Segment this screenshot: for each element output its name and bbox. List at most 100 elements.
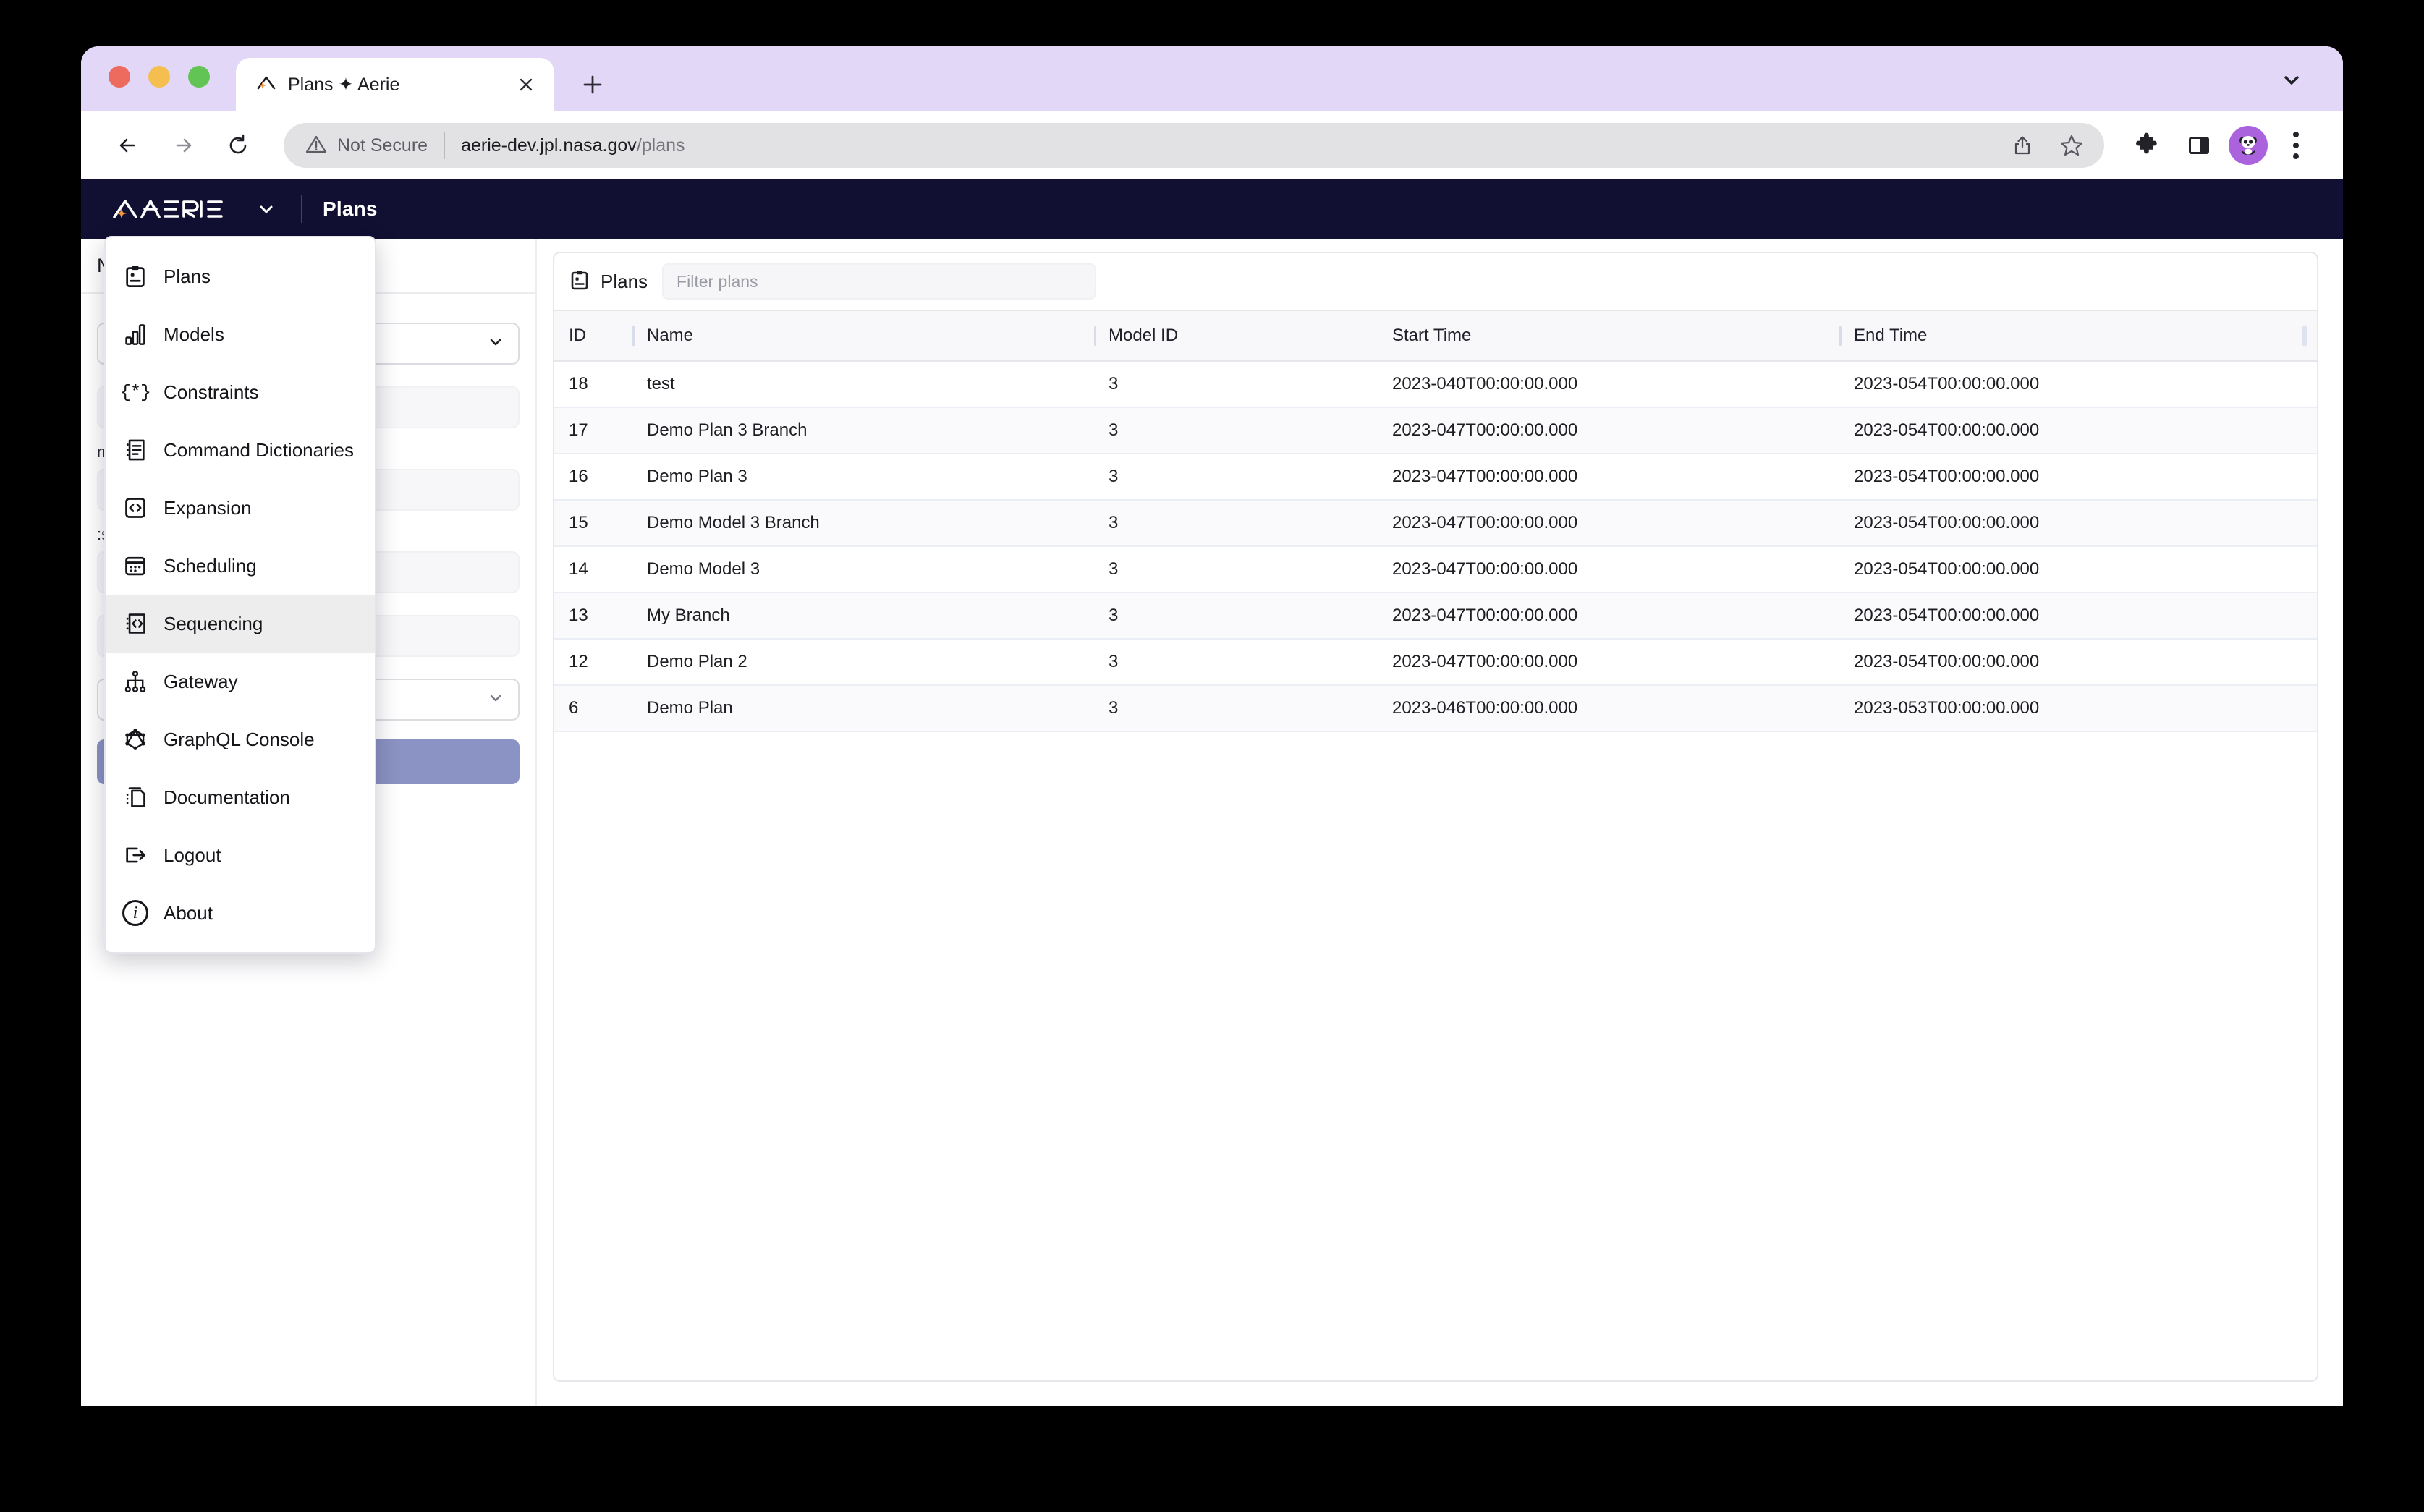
cell-model-id: 3 (1109, 606, 1119, 625)
cell-name: My Branch (647, 606, 730, 625)
menu-item-label: Plans (164, 265, 211, 287)
cell-model-id: 3 (1109, 698, 1119, 718)
cell-id: 18 (569, 374, 588, 394)
address-bar[interactable]: Not Secure aerie-dev.jpl.nasa.gov/plans (284, 123, 2104, 168)
menu-item-about[interactable]: i About (106, 884, 375, 942)
page-title: Plans (323, 198, 378, 220)
cell-model-id: 3 (1109, 559, 1119, 579)
cell-id: 17 (569, 420, 588, 440)
site-security-indicator[interactable]: Not Secure (305, 133, 428, 158)
new-tab-button[interactable] (573, 65, 612, 104)
menu-item-label: Gateway (164, 670, 238, 692)
cell-start-time: 2023-047T00:00:00.000 (1392, 652, 1578, 671)
aerie-nav-menu: Plans Models {*} Constraints Command Diction… (104, 236, 376, 954)
menu-item-label: GraphQL Console (164, 728, 315, 750)
menu-item-documentation[interactable]: Documentation (106, 768, 375, 826)
browser-toolbar-actions (2124, 123, 2317, 168)
menu-item-plans[interactable]: Plans (106, 247, 375, 305)
side-panel-icon[interactable] (2177, 123, 2221, 168)
sequence-code-icon (122, 610, 149, 637)
arrow-right-icon[interactable] (161, 123, 205, 168)
cell-end-time: 2023-054T00:00:00.000 (1854, 420, 2040, 440)
cell-end-time: 2023-054T00:00:00.000 (1854, 606, 2040, 625)
menu-item-label: Documentation (164, 786, 290, 808)
puzzle-piece-icon[interactable] (2124, 123, 2169, 168)
table-header-row: ID Name Model ID Start Time End Time (554, 310, 2317, 362)
window-maximize-button[interactable] (188, 66, 210, 88)
plans-panel-title: Plans (601, 270, 648, 292)
cell-model-id: 3 (1109, 374, 1119, 394)
cell-name: Demo Model 3 Branch (647, 513, 820, 532)
table-row[interactable]: 6 Demo Plan 3 2023-046T00:00:00.000 2023-053… (554, 686, 2317, 732)
panda-avatar-icon[interactable] (2229, 126, 2268, 165)
cell-name: test (647, 374, 675, 394)
chevron-down-icon[interactable] (256, 199, 276, 219)
column-header-start-time[interactable]: Start Time (1378, 326, 1839, 346)
browser-tab[interactable]: Plans ✦ Aerie (236, 58, 554, 111)
column-header-name[interactable]: Name (632, 326, 1094, 346)
cell-model-id: 3 (1109, 513, 1119, 532)
menu-item-constraints[interactable]: {*} Constraints (106, 363, 375, 421)
plans-panel-header: Plans Filter plans (554, 253, 2317, 310)
omnibox-divider (444, 132, 446, 159)
cell-model-id: 3 (1109, 467, 1119, 486)
filter-plans-input[interactable]: Filter plans (662, 263, 1097, 300)
cell-id: 6 (569, 698, 579, 718)
cell-end-time: 2023-054T00:00:00.000 (1854, 652, 2040, 671)
address-bar-url: aerie-dev.jpl.nasa.gov/plans (461, 135, 2000, 156)
window-minimize-button[interactable] (148, 66, 170, 88)
table-row[interactable]: 16 Demo Plan 3 3 2023-047T00:00:00.000 2023-… (554, 454, 2317, 501)
arrow-left-icon[interactable] (106, 123, 151, 168)
three-dot-menu-icon[interactable] (2275, 123, 2317, 168)
table-body: 18 test 3 2023-040T00:00:00.000 2023-054T00:… (554, 362, 2317, 732)
window-close-button[interactable] (109, 66, 130, 88)
menu-item-graphql-console[interactable]: GraphQL Console (106, 710, 375, 768)
column-header-end-time[interactable]: End Time (1839, 326, 2317, 346)
logout-icon (122, 841, 149, 869)
menu-item-scheduling[interactable]: Scheduling (106, 537, 375, 595)
close-icon[interactable] (514, 72, 538, 97)
menu-item-expansion[interactable]: Expansion (106, 479, 375, 537)
column-resize-handle[interactable] (2302, 326, 2307, 346)
share-icon[interactable] (2000, 123, 2045, 168)
warning-triangle-icon (305, 133, 327, 158)
menu-item-sequencing[interactable]: Sequencing (106, 595, 375, 653)
cell-id: 13 (569, 606, 588, 625)
info-circle-icon: i (122, 899, 149, 927)
browser-window: Plans ✦ Aerie Not Secure aerie-dev.jpl.n… (81, 46, 2343, 1406)
column-divider (632, 326, 635, 346)
cell-id: 16 (569, 467, 588, 486)
chevron-down-icon (486, 333, 505, 355)
menu-item-models[interactable]: Models (106, 305, 375, 363)
table-row[interactable]: 17 Demo Plan 3 Branch 3 2023-047T00:00:00.0… (554, 408, 2317, 454)
calendar-icon (122, 552, 149, 579)
column-header-id[interactable]: ID (554, 326, 632, 346)
menu-item-command-dictionaries[interactable]: Command Dictionaries (106, 421, 375, 479)
cell-start-time: 2023-047T00:00:00.000 (1392, 559, 1578, 579)
menu-item-logout[interactable]: Logout (106, 826, 375, 884)
menu-item-gateway[interactable]: Gateway (106, 653, 375, 710)
cell-end-time: 2023-054T00:00:00.000 (1854, 559, 2040, 579)
reload-icon[interactable] (216, 123, 260, 168)
column-divider (1094, 326, 1096, 346)
menu-item-label: Command Dictionaries (164, 438, 354, 461)
star-icon[interactable] (2049, 123, 2094, 168)
cell-start-time: 2023-047T00:00:00.000 (1392, 513, 1578, 532)
menu-item-label: Models (164, 323, 224, 345)
browser-toolbar: Not Secure aerie-dev.jpl.nasa.gov/plans (81, 111, 2343, 179)
cell-start-time: 2023-046T00:00:00.000 (1392, 698, 1578, 718)
column-header-model-id[interactable]: Model ID (1094, 326, 1378, 346)
aerie-logo-button[interactable] (104, 190, 284, 229)
table-row[interactable]: 14 Demo Model 3 3 2023-047T00:00:00.000 2023… (554, 547, 2317, 593)
table-row[interactable]: 13 My Branch 3 2023-047T00:00:00.000 2023-05… (554, 593, 2317, 640)
cell-end-time: 2023-054T00:00:00.000 (1854, 513, 2040, 532)
cell-id: 14 (569, 559, 588, 579)
app-body: N (81, 239, 2343, 1406)
chevron-down-icon[interactable] (2275, 64, 2308, 97)
table-row[interactable]: 18 test 3 2023-040T00:00:00.000 2023-054T00:… (554, 362, 2317, 408)
table-row[interactable]: 12 Demo Plan 2 3 2023-047T00:00:00.000 2023-… (554, 640, 2317, 686)
clipboard-icon (569, 269, 590, 294)
table-row[interactable]: 15 Demo Model 3 Branch 3 2023-047T00:00:00.… (554, 501, 2317, 547)
menu-item-label: Scheduling (164, 554, 257, 577)
braces-asterisk-icon: {*} (120, 381, 151, 403)
